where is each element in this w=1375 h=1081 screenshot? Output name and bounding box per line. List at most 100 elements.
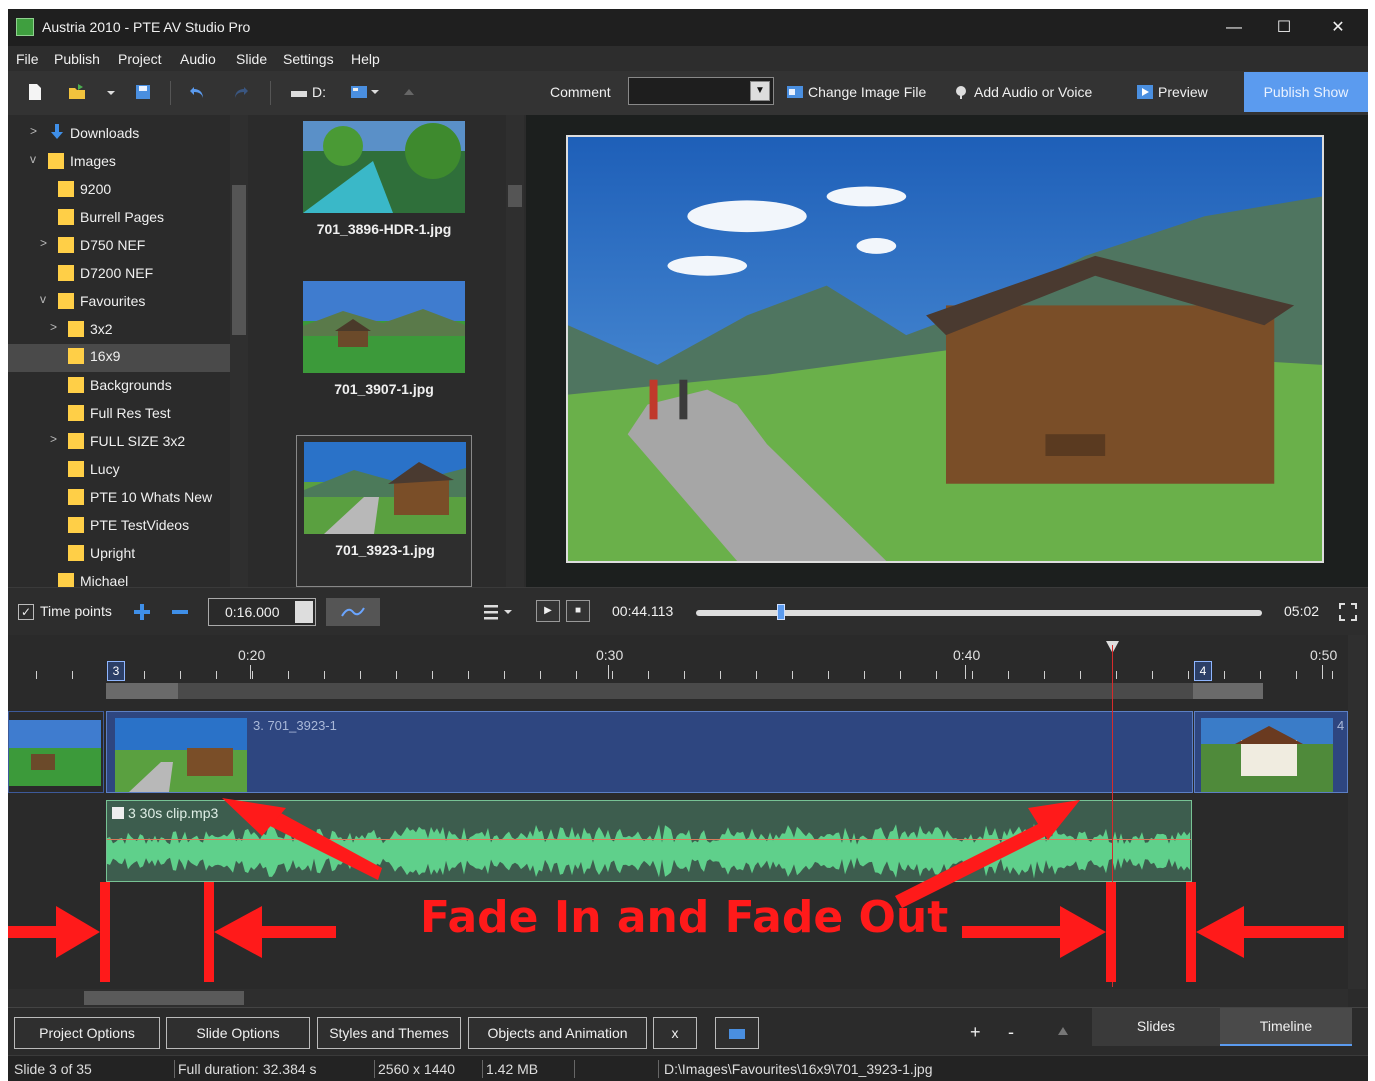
view-dropdown-icon[interactable] xyxy=(368,83,386,101)
slide-options-button[interactable]: Slide Options xyxy=(166,1017,310,1049)
scroll-thumb[interactable] xyxy=(84,991,244,1005)
add-audio-button[interactable]: Add Audio or Voice xyxy=(974,84,1092,100)
menu-slide[interactable]: Slide xyxy=(236,51,267,67)
time-points-checkbox[interactable]: ✓ xyxy=(18,604,34,620)
save-icon[interactable] xyxy=(134,83,152,101)
list-menu-icon[interactable] xyxy=(482,602,516,622)
thumbnail-item[interactable]: 701_3907-1.jpg xyxy=(296,275,472,427)
slide-block-current[interactable]: 3. 701_3923-1 xyxy=(106,711,1193,793)
tree-item-downloads[interactable]: > Downloads xyxy=(30,121,238,147)
scroll-thumb[interactable] xyxy=(508,185,522,207)
styles-themes-button[interactable]: Styles and Themes xyxy=(317,1017,461,1049)
new-file-icon[interactable] xyxy=(26,83,44,101)
add-time-point-icon[interactable] xyxy=(132,602,152,622)
tree-item-burrell-pages[interactable]: Burrell Pages xyxy=(58,205,238,231)
tree-item-images[interactable]: v Images xyxy=(30,149,238,175)
menu-settings[interactable]: Settings xyxy=(283,51,334,67)
publish-show-button[interactable]: Publish Show xyxy=(1244,72,1368,112)
tree-item-label: 16x9 xyxy=(90,348,121,364)
menu-project[interactable]: Project xyxy=(118,51,162,67)
thumbnail-item-selected[interactable]: 701_3923-1.jpg xyxy=(296,435,472,587)
thumbnail-item[interactable]: 701_3896-HDR-1.jpg xyxy=(296,115,472,267)
tree-item-16x9[interactable]: 16x9 xyxy=(8,344,230,372)
menu-file[interactable]: File xyxy=(16,51,39,67)
thumbnail-view-icon[interactable] xyxy=(350,83,368,101)
stepper-arrows-icon[interactable] xyxy=(295,601,313,623)
ruler-minor-tick xyxy=(324,671,325,679)
fullscreen-icon[interactable] xyxy=(1338,602,1358,622)
screen-button[interactable] xyxy=(715,1017,759,1049)
volume-envelope-line[interactable] xyxy=(107,839,1191,840)
menu-publish[interactable]: Publish xyxy=(54,51,100,67)
slider-knob[interactable] xyxy=(777,604,785,620)
tab-slides[interactable]: Slides xyxy=(1092,1008,1220,1046)
add-slide-button[interactable]: + xyxy=(970,1022,981,1043)
up-arrow-icon[interactable] xyxy=(1056,1024,1070,1038)
status-resolution: 2560 x 1440 xyxy=(378,1061,456,1077)
slide-block-next[interactable]: 4 xyxy=(1194,711,1348,793)
up-arrow-icon[interactable] xyxy=(400,83,418,101)
preview-icon[interactable] xyxy=(1136,83,1154,101)
time-ruler[interactable]: 0:20 0:30 0:40 0:50 3 4 xyxy=(8,635,1348,683)
menu-help[interactable]: Help xyxy=(351,51,380,67)
menu-audio[interactable]: Audio xyxy=(180,51,216,67)
folder-icon xyxy=(58,181,74,197)
tree-item-full-size-3x2[interactable]: > FULL SIZE 3x2 xyxy=(50,429,238,455)
folder-icon xyxy=(58,265,74,281)
close-button[interactable]: ✕ xyxy=(1318,15,1358,41)
spline-toggle-button[interactable] xyxy=(326,598,380,626)
time-point-stepper[interactable]: 0:16.000 xyxy=(208,598,316,626)
comment-dropdown-button[interactable]: ▼ xyxy=(750,81,770,101)
change-image-button[interactable]: Change Image File xyxy=(808,84,926,100)
tree-item-lucy[interactable]: Lucy xyxy=(68,457,238,483)
chevron-right-icon[interactable]: > xyxy=(50,320,57,334)
tree-item-d7200-nef[interactable]: D7200 NEF xyxy=(58,261,238,287)
tree-scrollbar[interactable] xyxy=(230,115,248,587)
undo-icon[interactable] xyxy=(188,83,206,101)
play-button[interactable]: ▶ xyxy=(536,600,560,622)
slide-block-prev[interactable] xyxy=(8,711,104,793)
playhead-line[interactable] xyxy=(1112,645,1113,987)
tree-item-d750-nef[interactable]: > D750 NEF xyxy=(40,233,238,259)
chevron-right-icon[interactable]: > xyxy=(30,124,37,138)
ruler-minor-tick xyxy=(720,671,721,679)
slide-marker-3[interactable]: 3 xyxy=(107,661,125,681)
microphone-icon[interactable] xyxy=(952,83,970,101)
timeline-vscrollbar[interactable] xyxy=(1348,635,1366,989)
playback-slider[interactable] xyxy=(696,604,1262,620)
scroll-thumb[interactable] xyxy=(232,185,246,335)
timeline-hscrollbar[interactable] xyxy=(8,989,1348,1007)
maximize-button[interactable]: ☐ xyxy=(1264,15,1304,41)
chevron-right-icon[interactable]: > xyxy=(40,236,47,250)
tree-item-3x2[interactable]: > 3x2 xyxy=(50,317,238,343)
tree-item-favourites[interactable]: v Favourites xyxy=(40,289,238,315)
thumbnail-scrollbar[interactable] xyxy=(506,115,524,587)
drive-label[interactable]: D: xyxy=(312,84,326,100)
tree-item-upright[interactable]: Upright xyxy=(68,541,238,567)
tree-item-9200[interactable]: 9200 xyxy=(58,177,238,203)
tree-item-pte-testvideos[interactable]: PTE TestVideos xyxy=(68,513,238,539)
remove-time-point-icon[interactable] xyxy=(170,602,190,622)
close-x-button[interactable]: x xyxy=(653,1017,697,1049)
dropdown-arrow-icon[interactable] xyxy=(102,83,120,101)
open-folder-icon[interactable] xyxy=(68,83,86,101)
slide-marker-4[interactable]: 4 xyxy=(1194,661,1212,681)
preview-image[interactable] xyxy=(566,135,1324,563)
audio-clip[interactable]: 3 30s clip.mp3 xyxy=(106,800,1192,882)
chevron-right-icon[interactable]: > xyxy=(50,432,57,446)
change-image-icon[interactable] xyxy=(786,83,804,101)
chevron-down-icon[interactable]: v xyxy=(40,292,46,306)
minimize-button[interactable]: — xyxy=(1214,15,1254,41)
tree-item-full-res-test[interactable]: Full Res Test xyxy=(68,401,238,427)
tree-item-pte-10-whats-new[interactable]: PTE 10 Whats New xyxy=(68,485,238,511)
tab-timeline[interactable]: Timeline xyxy=(1220,1008,1352,1046)
remove-slide-button[interactable]: - xyxy=(1008,1022,1014,1043)
preview-button[interactable]: Preview xyxy=(1158,84,1208,100)
drive-icon[interactable] xyxy=(290,83,308,101)
chevron-down-icon[interactable]: v xyxy=(30,152,36,166)
redo-icon[interactable] xyxy=(232,83,250,101)
project-options-button[interactable]: Project Options xyxy=(14,1017,160,1049)
tree-item-backgrounds[interactable]: Backgrounds xyxy=(68,373,238,399)
objects-animation-button[interactable]: Objects and Animation xyxy=(468,1017,647,1049)
stop-button[interactable]: ■ xyxy=(566,600,590,622)
